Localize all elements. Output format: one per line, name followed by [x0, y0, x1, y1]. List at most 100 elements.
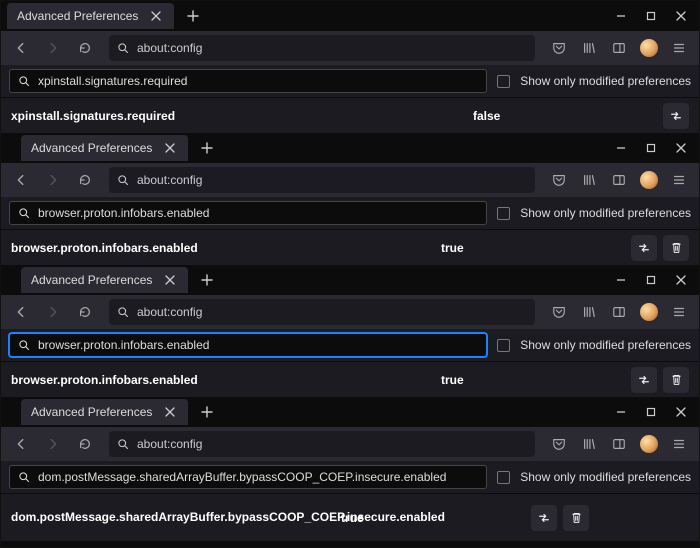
back-button[interactable]: [7, 166, 35, 194]
library-button[interactable]: [575, 34, 603, 62]
library-button[interactable]: [575, 298, 603, 326]
library-icon: [582, 173, 596, 187]
window-minimize[interactable]: [607, 268, 635, 292]
browser-tab[interactable]: Advanced Preferences: [7, 3, 174, 29]
url-text: about:config: [137, 437, 202, 451]
back-button[interactable]: [7, 34, 35, 62]
window-close[interactable]: [667, 400, 695, 424]
tab-title: Advanced Preferences: [31, 273, 152, 287]
tab-close-button[interactable]: [148, 8, 164, 24]
pref-row: browser.proton.infobars.enabled true: [1, 229, 699, 265]
search-icon: [18, 339, 30, 351]
tab-strip: Advanced Preferences: [1, 265, 699, 295]
reload-button[interactable]: [71, 430, 99, 458]
reset-button[interactable]: [663, 235, 689, 261]
app-menu-button[interactable]: [665, 298, 693, 326]
window-minimize[interactable]: [607, 4, 635, 28]
back-button[interactable]: [7, 298, 35, 326]
url-bar[interactable]: about:config: [109, 299, 535, 325]
pocket-button[interactable]: [545, 430, 573, 458]
new-tab-button[interactable]: [194, 135, 220, 161]
maximize-icon: [646, 407, 656, 417]
new-tab-button[interactable]: [194, 399, 220, 425]
window-maximize[interactable]: [637, 4, 665, 28]
browser-tab[interactable]: Advanced Preferences: [21, 399, 188, 425]
pref-search-input[interactable]: xpinstall.signatures.required: [9, 69, 487, 93]
sidebar-icon: [612, 173, 626, 187]
tab-strip: Advanced Preferences: [1, 133, 699, 163]
pocket-button[interactable]: [545, 298, 573, 326]
forward-button[interactable]: [39, 298, 67, 326]
window-maximize[interactable]: [637, 400, 665, 424]
profile-button[interactable]: [635, 34, 663, 62]
pref-value: false: [473, 109, 663, 123]
new-tab-button[interactable]: [194, 267, 220, 293]
library-button[interactable]: [575, 430, 603, 458]
reload-icon: [78, 41, 92, 55]
window-close[interactable]: [667, 268, 695, 292]
tab-close-button[interactable]: [162, 272, 178, 288]
show-modified-checkbox[interactable]: [497, 471, 510, 484]
pref-search-input[interactable]: browser.proton.infobars.enabled: [9, 201, 487, 225]
window-close[interactable]: [667, 136, 695, 160]
show-modified-checkbox[interactable]: [497, 75, 510, 88]
search-icon: [117, 174, 129, 186]
url-text: about:config: [137, 305, 202, 319]
window-minimize[interactable]: [607, 400, 635, 424]
window-minimize[interactable]: [607, 136, 635, 160]
pocket-button[interactable]: [545, 166, 573, 194]
url-bar[interactable]: about:config: [109, 35, 535, 61]
library-button[interactable]: [575, 166, 603, 194]
sidebar-icon: [612, 437, 626, 451]
sidebar-button[interactable]: [605, 166, 633, 194]
sidebar-button[interactable]: [605, 34, 633, 62]
toggle-button[interactable]: [631, 367, 657, 393]
window-maximize[interactable]: [637, 136, 665, 160]
toggle-button[interactable]: [631, 235, 657, 261]
close-icon: [165, 143, 175, 153]
toggle-button[interactable]: [531, 505, 557, 531]
profile-button[interactable]: [635, 298, 663, 326]
search-icon: [18, 75, 30, 87]
url-bar[interactable]: about:config: [109, 167, 535, 193]
browser-tab[interactable]: Advanced Preferences: [21, 267, 188, 293]
back-button[interactable]: [7, 430, 35, 458]
browser-tab[interactable]: Advanced Preferences: [21, 135, 188, 161]
app-menu-button[interactable]: [665, 34, 693, 62]
show-modified-checkbox[interactable]: [497, 207, 510, 220]
show-modified-checkbox[interactable]: [497, 339, 510, 352]
profile-button[interactable]: [635, 430, 663, 458]
profile-button[interactable]: [635, 166, 663, 194]
reload-button[interactable]: [71, 298, 99, 326]
reload-button[interactable]: [71, 166, 99, 194]
new-tab-button[interactable]: [180, 3, 206, 29]
library-icon: [582, 305, 596, 319]
reset-button[interactable]: [663, 367, 689, 393]
search-icon: [18, 471, 30, 483]
back-icon: [14, 437, 28, 451]
forward-button[interactable]: [39, 430, 67, 458]
tab-strip: Advanced Preferences: [1, 1, 699, 31]
maximize-icon: [646, 143, 656, 153]
sidebar-button[interactable]: [605, 430, 633, 458]
app-menu-button[interactable]: [665, 430, 693, 458]
app-menu-button[interactable]: [665, 166, 693, 194]
window-close[interactable]: [667, 4, 695, 28]
pocket-button[interactable]: [545, 34, 573, 62]
url-bar[interactable]: about:config: [109, 431, 535, 457]
reload-icon: [78, 305, 92, 319]
pref-search-input[interactable]: browser.proton.infobars.enabled: [9, 333, 487, 357]
pref-search-value: dom.postMessage.sharedArrayBuffer.bypass…: [38, 470, 446, 484]
sidebar-button[interactable]: [605, 298, 633, 326]
tab-title: Advanced Preferences: [17, 9, 138, 23]
tab-close-button[interactable]: [162, 404, 178, 420]
toggle-button[interactable]: [663, 103, 689, 129]
forward-button[interactable]: [39, 166, 67, 194]
forward-button[interactable]: [39, 34, 67, 62]
reset-button[interactable]: [563, 505, 589, 531]
close-icon: [676, 143, 686, 153]
pref-search-input[interactable]: dom.postMessage.sharedArrayBuffer.bypass…: [9, 465, 487, 489]
window-maximize[interactable]: [637, 268, 665, 292]
reload-button[interactable]: [71, 34, 99, 62]
tab-close-button[interactable]: [162, 140, 178, 156]
